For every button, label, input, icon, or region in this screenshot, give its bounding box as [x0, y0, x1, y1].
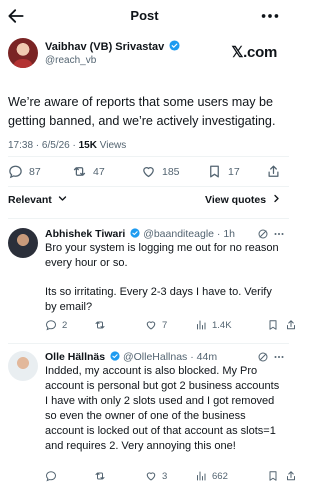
- share-icon[interactable]: [285, 319, 297, 331]
- reply-item[interactable]: Olle Hällnäs @OlleHallnas · 44m Indded, …: [8, 349, 295, 489]
- verified-badge-icon: [169, 40, 180, 51]
- analytics-icon: [197, 471, 206, 481]
- repost-count: 47: [93, 165, 105, 178]
- view-quotes-label: View quotes: [205, 194, 267, 206]
- verified-badge-icon: [110, 351, 120, 361]
- sort-label: Relevant: [8, 194, 52, 206]
- reply-author-name[interactable]: Olle Hällnäs: [45, 351, 105, 363]
- repost-icon: [95, 321, 105, 329]
- bookmark-button[interactable]: 17: [207, 164, 240, 179]
- grok-icon[interactable]: [257, 228, 269, 240]
- share-icon[interactable]: [266, 164, 281, 179]
- share-icon[interactable]: [285, 470, 297, 482]
- reply-icon: [9, 165, 22, 179]
- divider: [8, 218, 289, 219]
- heart-icon: [146, 321, 156, 330]
- reply-header: Abhishek Tiwari @baanditeagle · 1h: [45, 228, 236, 240]
- reply-text: Indded, my account is also blocked. My P…: [45, 365, 280, 452]
- views-count: 15K: [78, 140, 97, 151]
- views-button[interactable]: 1.4K: [195, 319, 232, 331]
- reply-age: 1h: [223, 228, 236, 240]
- author-name-row[interactable]: Vaibhav (VB) Srivastav: [45, 40, 180, 53]
- views-button[interactable]: 662: [195, 470, 228, 482]
- divider: [8, 186, 289, 187]
- post-meta: 17:38 · 6/5/26 · 15K Views: [8, 140, 127, 151]
- like-button[interactable]: 3: [145, 470, 167, 482]
- bookmark-icon[interactable]: [267, 470, 279, 482]
- heart-icon: [146, 472, 156, 481]
- reply-actions: 3 662: [45, 470, 295, 484]
- author-handle[interactable]: @reach_vb: [45, 55, 96, 66]
- post-actions: 87 47 185 17: [8, 164, 281, 182]
- top-bar: Post: [0, 0, 289, 34]
- like-count: 7: [162, 319, 168, 331]
- views-count: 1.4K: [212, 319, 232, 331]
- x-com-logo: 𝕏.com: [231, 44, 277, 61]
- reply-author-name[interactable]: Abhishek Tiwari: [45, 228, 125, 240]
- reply-age: 44m: [196, 351, 218, 363]
- sort-bar: Relevant View quotes: [8, 194, 281, 210]
- author-name[interactable]: Vaibhav (VB) Srivastav: [45, 41, 164, 53]
- repost-button[interactable]: 47: [72, 164, 105, 179]
- page-title: Post: [130, 8, 159, 23]
- chevron-right-icon: [274, 194, 279, 203]
- views-label: Views: [99, 140, 127, 151]
- analytics-icon: [197, 320, 206, 330]
- like-button[interactable]: 185: [141, 164, 180, 179]
- bookmark-icon[interactable]: [267, 319, 279, 331]
- more-options-icon[interactable]: [259, 6, 281, 26]
- reply-text: Its so irritating. Every 2-3 days I have…: [45, 286, 272, 313]
- verified-badge-icon: [130, 228, 140, 238]
- repost-button[interactable]: [94, 470, 111, 482]
- reply-count: 2: [62, 319, 68, 331]
- post-text: We’re aware of reports that some users m…: [8, 95, 276, 128]
- more-options-icon[interactable]: [273, 351, 285, 363]
- reply-header: Olle Hällnäs @OlleHallnas · 44m: [45, 351, 218, 363]
- repost-icon: [73, 167, 86, 176]
- like-button[interactable]: 7: [145, 319, 167, 331]
- like-count: 3: [162, 470, 168, 482]
- reply-item[interactable]: Abhishek Tiwari @baanditeagle · 1h Bro y…: [8, 226, 295, 338]
- reply-actions: 2 7 1.4K: [45, 319, 295, 333]
- bookmark-icon: [210, 165, 219, 178]
- repost-icon: [95, 472, 105, 480]
- reply-text: Bro your system is logging me out for no…: [45, 242, 279, 269]
- view-quotes-link[interactable]: View quotes: [205, 194, 281, 206]
- divider: [8, 343, 289, 344]
- grok-icon[interactable]: [257, 351, 269, 363]
- reply-count: 87: [29, 165, 41, 178]
- repost-button[interactable]: [94, 319, 111, 331]
- sort-dropdown[interactable]: Relevant: [8, 194, 67, 206]
- reply-avatar[interactable]: [8, 228, 38, 258]
- reply-icon: [45, 320, 57, 331]
- post-date: 6/5/26: [41, 140, 70, 151]
- reply-author-handle[interactable]: @OlleHallnas: [123, 351, 187, 363]
- bookmark-count: 17: [228, 165, 240, 178]
- reply-button[interactable]: 2: [45, 319, 67, 331]
- post-time: 17:38: [8, 140, 34, 151]
- post-author: Vaibhav (VB) Srivastav @reach_vb 𝕏.com: [8, 38, 281, 72]
- reply-button[interactable]: [45, 470, 62, 482]
- more-options-icon[interactable]: [273, 228, 285, 240]
- reply-avatar[interactable]: [8, 351, 38, 381]
- views-count: 662: [212, 470, 228, 482]
- chevron-down-icon: [58, 196, 66, 201]
- reply-button[interactable]: 87: [8, 164, 41, 179]
- divider: [8, 156, 289, 157]
- like-count: 185: [162, 165, 180, 178]
- reply-author-handle[interactable]: @baanditeagle: [143, 228, 214, 240]
- reply-icon: [45, 471, 57, 482]
- author-avatar[interactable]: [8, 38, 38, 68]
- heart-icon: [143, 167, 154, 178]
